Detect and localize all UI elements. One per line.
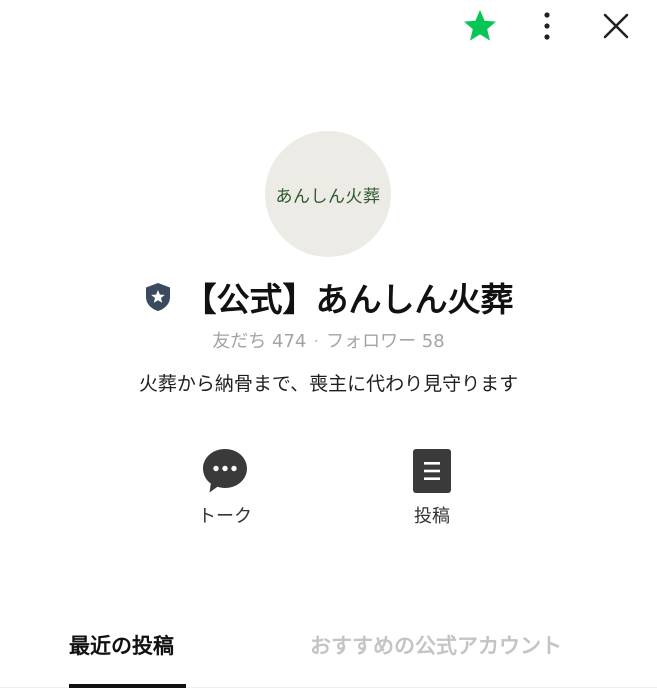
official-shield-icon xyxy=(144,282,172,312)
post-button[interactable]: 投稿 xyxy=(377,446,487,528)
tab-recent-posts[interactable]: 最近の投稿 xyxy=(69,630,174,660)
close-icon xyxy=(603,13,629,39)
profile-description: 火葬から納骨まで、喪主に代わり見守ります xyxy=(138,373,519,395)
post-document-icon xyxy=(407,446,457,496)
profile-avatar[interactable]: あんしん火葬 xyxy=(265,131,391,257)
talk-button[interactable]: トーク xyxy=(170,446,280,528)
active-tab-indicator xyxy=(69,684,186,688)
more-vertical-icon xyxy=(544,12,550,40)
post-label: 投稿 xyxy=(414,506,450,527)
talk-label: トーク xyxy=(198,506,252,527)
star-icon xyxy=(464,10,496,41)
more-options-button[interactable] xyxy=(527,6,567,46)
followers-count[interactable]: フォロワー 58 xyxy=(326,331,445,352)
talk-bubble-icon xyxy=(200,446,250,496)
top-bar xyxy=(0,0,657,56)
account-name: 【公式】あんしん火葬 xyxy=(183,280,514,319)
tab-recommended-accounts[interactable]: おすすめの公式アカウント xyxy=(310,630,562,660)
stats-separator: · xyxy=(313,331,320,352)
close-button[interactable] xyxy=(596,6,636,46)
avatar-text: あんしん火葬 xyxy=(275,186,381,207)
profile-stats: 友だち 474 · フォロワー 58 xyxy=(0,327,657,353)
favorite-button[interactable] xyxy=(460,6,500,46)
friends-count[interactable]: 友だち 474 xyxy=(212,331,306,352)
profile-tabs: 最近の投稿 おすすめの公式アカウント xyxy=(0,620,657,690)
profile-title-row: 【公式】あんしん火葬 xyxy=(0,270,657,324)
